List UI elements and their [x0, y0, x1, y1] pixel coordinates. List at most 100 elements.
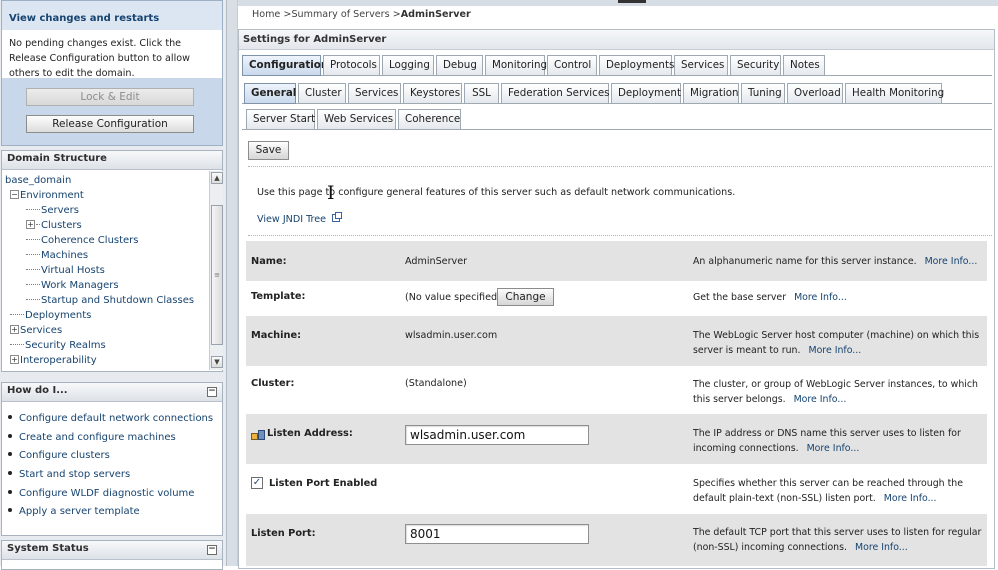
help-link-network[interactable]: Configure default network connections	[8, 412, 213, 426]
tab-monitoring[interactable]: Monitoring	[485, 55, 547, 76]
listen-port-enabled-checkbox[interactable]: ✓	[251, 477, 263, 489]
domain-structure-panel: Domain Structure base_domain − Environmen…	[1, 150, 223, 372]
subtab-overload[interactable]: Overload	[787, 83, 843, 104]
tree-item-clusters[interactable]: + Clusters	[26, 219, 82, 233]
collapse-icon[interactable]: −	[207, 387, 217, 397]
tab-debug[interactable]: Debug	[436, 55, 483, 76]
tree-item-label: Interoperability	[20, 355, 97, 366]
more-info-link[interactable]: More Info...	[807, 443, 860, 454]
more-info-link[interactable]: More Info...	[794, 394, 847, 405]
collapse-toggle-icon[interactable]: −	[10, 190, 19, 199]
tab-services[interactable]: Services	[674, 55, 728, 76]
field-value: AdminServer	[405, 256, 468, 267]
domain-tree: base_domain − Environment Servers + Cluste…	[2, 171, 208, 371]
view-changes-link[interactable]: View changes and restarts	[2, 1, 222, 30]
subtab-server-start[interactable]: Server Start	[246, 109, 315, 130]
field-label: Listen Port Enabled	[269, 478, 378, 489]
expand-toggle-icon[interactable]: +	[10, 325, 19, 334]
toolbar-fragment	[618, 0, 646, 3]
tab-notes[interactable]: Notes	[783, 55, 825, 76]
more-info-link[interactable]: More Info...	[925, 256, 978, 267]
tree-item-label: Machines	[41, 250, 89, 261]
tab-deployments[interactable]: Deployments	[599, 55, 674, 76]
tree-connector	[26, 209, 40, 210]
tree-item-coherence-clusters[interactable]: Coherence Clusters	[26, 234, 139, 248]
tab-control[interactable]: Control	[547, 55, 597, 76]
tree-item-base-domain[interactable]: base_domain	[5, 174, 71, 188]
scroll-up-icon[interactable]: ▲	[211, 172, 223, 184]
tree-item-label: Services	[20, 325, 63, 336]
expand-toggle-icon[interactable]: +	[10, 355, 19, 364]
scroll-thumb[interactable]: ≡	[211, 205, 223, 345]
tree-item-label: Servers	[41, 205, 80, 216]
field-row-listen-port: Listen Port: The default TCP port that t…	[246, 514, 987, 566]
more-info-link[interactable]: More Info...	[855, 542, 908, 553]
subtab-coherence[interactable]: Coherence	[398, 109, 461, 130]
tab-logging[interactable]: Logging	[382, 55, 434, 76]
collapse-icon[interactable]: −	[207, 545, 217, 555]
subtab-health-monitoring[interactable]: Health Monitoring	[845, 83, 944, 104]
field-row-machine: Machine: wlsadmin.user.com The WebLogic …	[246, 316, 987, 366]
tree-connector	[26, 284, 40, 285]
tab-protocols[interactable]: Protocols	[323, 55, 380, 76]
view-jndi-tree-link[interactable]: View JNDI Tree	[257, 212, 343, 225]
how-do-i-title: How do I... −	[2, 383, 222, 402]
tab-security[interactable]: Security	[730, 55, 781, 76]
tree-item-label: Environment	[20, 190, 84, 201]
left-column: View changes and restarts No pending cha…	[0, 0, 226, 570]
breadcrumb-home[interactable]: Home	[252, 9, 280, 20]
bullet-icon	[8, 434, 12, 438]
help-link-machines[interactable]: Create and configure machines	[8, 431, 176, 445]
subtab-cluster[interactable]: Cluster	[298, 83, 346, 104]
help-link-wldf[interactable]: Configure WLDF diagnostic volume	[8, 487, 194, 501]
tree-item-startup-shutdown[interactable]: Startup and Shutdown Classes	[26, 294, 194, 308]
subtab-federation-services[interactable]: Federation Services	[501, 83, 610, 104]
tree-item-environment[interactable]: − Environment	[10, 189, 84, 203]
field-row-listen-port-enabled: ✓ Listen Port Enabled Specifies whether …	[246, 464, 987, 514]
field-description: The default TCP port that this server us…	[693, 525, 983, 555]
help-link-template[interactable]: Apply a server template	[8, 505, 140, 519]
more-info-link[interactable]: More Info...	[794, 292, 847, 303]
save-button[interactable]: Save	[248, 141, 289, 160]
tree-item-machines[interactable]: Machines	[26, 249, 88, 263]
subtab-keystores[interactable]: Keystores	[403, 83, 462, 104]
subtab-migration[interactable]: Migration	[683, 83, 739, 104]
release-configuration-button[interactable]: Release Configuration	[26, 115, 194, 133]
pane-splitter[interactable]	[226, 0, 238, 566]
tree-item-interoperability[interactable]: + Interoperability	[10, 354, 97, 368]
help-link-start-stop[interactable]: Start and stop servers	[8, 468, 130, 482]
tree-item-deployments[interactable]: Deployments	[10, 309, 91, 323]
subtab-ssl[interactable]: SSL	[464, 83, 499, 104]
tree-item-servers[interactable]: Servers	[26, 204, 79, 218]
breadcrumb-summary[interactable]: Summary of Servers	[291, 9, 389, 20]
help-link-label: Configure default network connections	[19, 413, 214, 424]
lock-edit-button[interactable]: Lock & Edit	[26, 88, 194, 106]
tree-item-services[interactable]: + Services	[10, 324, 62, 338]
more-info-link[interactable]: More Info...	[884, 493, 937, 504]
tree-item-security-realms[interactable]: Security Realms	[10, 339, 106, 353]
field-description-text: The default TCP port that this server us…	[693, 527, 982, 553]
tree-connector	[10, 314, 24, 315]
subtab-deployment[interactable]: Deployment	[611, 83, 681, 104]
listen-port-input[interactable]	[405, 524, 589, 544]
tab-configuration[interactable]: Configuration	[242, 55, 328, 76]
more-info-link[interactable]: More Info...	[808, 345, 861, 356]
tree-item-virtual-hosts[interactable]: Virtual Hosts	[26, 264, 105, 278]
subtab-services[interactable]: Services	[348, 83, 401, 104]
listen-address-input[interactable]	[405, 425, 589, 445]
bullet-icon	[8, 452, 12, 456]
tree-connector	[10, 344, 24, 345]
subtab-general[interactable]: General	[244, 83, 296, 104]
domain-structure-title: Domain Structure	[2, 151, 222, 170]
field-row-name: Name: AdminServer An alphanumeric name f…	[246, 241, 987, 281]
tree-item-work-managers[interactable]: Work Managers	[26, 279, 119, 293]
scroll-down-icon[interactable]: ▼	[211, 356, 223, 368]
tree-scrollbar[interactable]: ▲ ≡ ▼	[209, 171, 223, 370]
subtab-tuning[interactable]: Tuning	[741, 83, 785, 104]
change-center-message: No pending changes exist. Click the Rele…	[2, 30, 222, 79]
expand-toggle-icon[interactable]: +	[26, 220, 35, 229]
change-template-button[interactable]: Change	[497, 288, 554, 306]
tree-connector	[26, 239, 40, 240]
help-link-clusters[interactable]: Configure clusters	[8, 449, 110, 463]
subtab-web-services[interactable]: Web Services	[317, 109, 396, 130]
